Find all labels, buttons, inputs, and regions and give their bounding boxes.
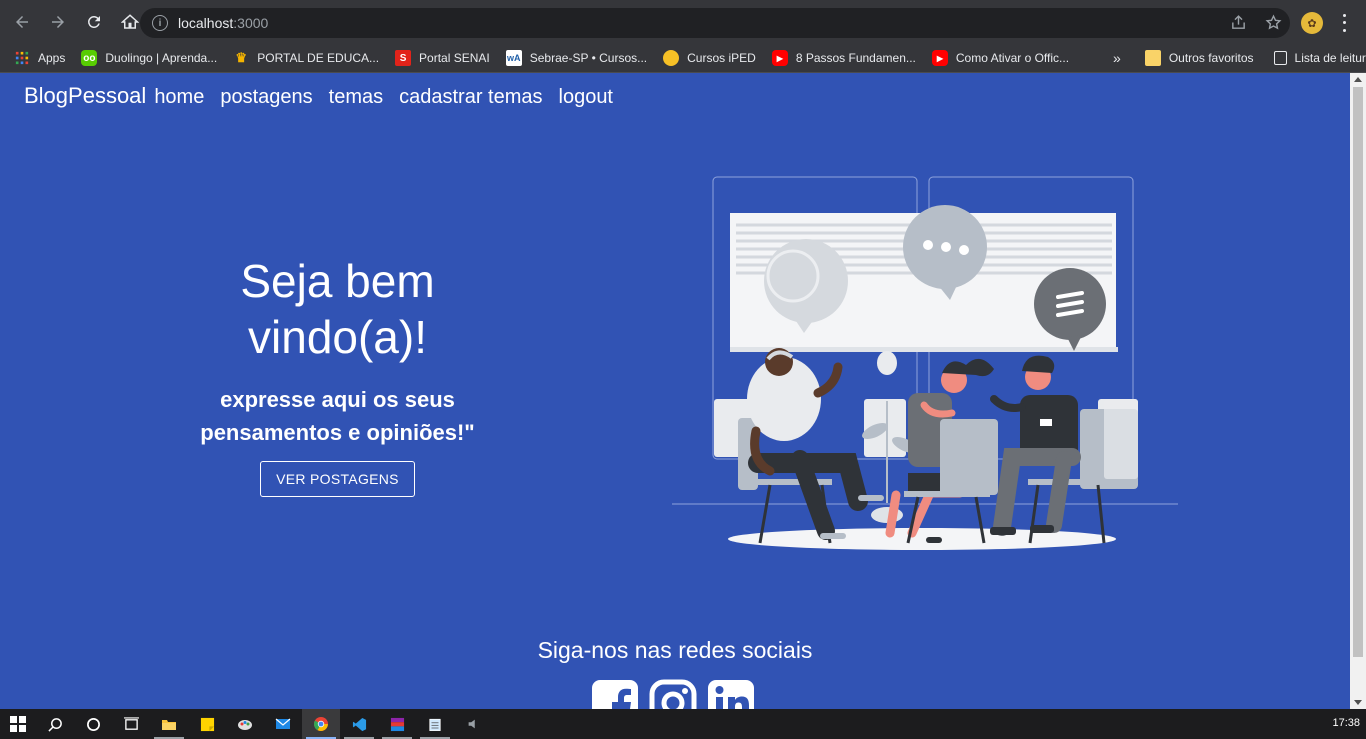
crown-icon: ♛ [235, 50, 248, 65]
bookmark-senai[interactable]: S Portal SENAI [395, 50, 490, 66]
apps-grid-icon [14, 50, 30, 66]
bookmark-label: Lista de leitura [1294, 51, 1366, 65]
forward-icon[interactable] [42, 6, 74, 38]
instagram-icon[interactable] [649, 679, 697, 709]
search-icon[interactable] [36, 709, 74, 739]
page-scrollbar[interactable] [1350, 73, 1366, 709]
bookmark-label: Como Ativar o Offic... [955, 51, 1070, 65]
see-posts-button[interactable]: VER POSTAGENS [260, 461, 415, 497]
winrar-icon[interactable] [378, 709, 416, 739]
sebrae-icon: wA [505, 50, 522, 66]
windows-start-icon[interactable] [0, 709, 36, 739]
bookmark-sebrae[interactable]: wA Sebrae-SP • Cursos... [505, 50, 648, 66]
bookmark-reading-list[interactable]: Lista de leitura [1273, 51, 1366, 65]
windows-taskbar: 17:38 [0, 709, 1366, 739]
scroll-up-icon[interactable] [1354, 77, 1362, 82]
taskbar-clock[interactable]: 17:38 [1332, 717, 1360, 729]
notepad-icon[interactable] [416, 709, 454, 739]
folder-icon [1144, 50, 1161, 66]
facebook-icon[interactable] [591, 679, 639, 709]
nav-link-logout[interactable]: logout [559, 86, 614, 109]
url-text[interactable]: localhost:3000 [178, 15, 268, 31]
iped-icon [663, 50, 680, 66]
profile-avatar-icon[interactable]: ✿ [1301, 12, 1323, 34]
nav-link-home[interactable]: home [154, 86, 204, 109]
bookmark-portal-educa[interactable]: ♛ PORTAL DE EDUCA... [233, 50, 379, 66]
share-icon[interactable] [1230, 14, 1247, 31]
nav-link-cadastrar-temas[interactable]: cadastrar temas [399, 86, 542, 109]
bookmark-label: Cursos iPED [687, 51, 756, 65]
cortana-icon[interactable] [74, 709, 112, 739]
back-icon[interactable] [6, 6, 38, 38]
speaker-app-icon[interactable] [454, 709, 492, 739]
browser-menu-icon[interactable] [1336, 12, 1352, 34]
bookmarks-bar: Apps oo Duolingo | Aprenda... ♛ PORTAL D… [0, 44, 1366, 73]
browser-toolbar: i localhost:3000 ✿ [0, 0, 1366, 44]
file-explorer-icon[interactable] [150, 709, 188, 739]
hero-title: Seja bem vindo(a)! [240, 255, 435, 363]
duolingo-icon: oo [81, 50, 98, 66]
paint-icon[interactable] [226, 709, 264, 739]
vscode-icon[interactable] [340, 709, 378, 739]
chrome-taskbar-icon[interactable] [302, 709, 340, 739]
bookmark-label: 8 Passos Fundamen... [795, 51, 916, 65]
bookmarks-overflow-button[interactable]: » [1113, 50, 1121, 66]
bookmark-iped[interactable]: Cursos iPED [663, 50, 756, 66]
scroll-down-icon[interactable] [1354, 700, 1362, 705]
hero-subtitle: expresse aqui os seus pensamentos e opin… [200, 387, 475, 445]
bookmark-label: Outros favoritos [1168, 51, 1254, 65]
site-navbar: BlogPessoal home postagens temas cadastr… [24, 83, 629, 109]
nav-link-temas[interactable]: temas [329, 86, 383, 109]
bookmark-8-passos[interactable]: ▶ 8 Passos Fundamen... [771, 50, 916, 66]
youtube-icon: ▶ [931, 50, 948, 66]
hero-text: Seja bem vindo(a)! expresse aqui os seus… [170, 253, 505, 497]
social-title: Siga-nos nas redes sociais [537, 637, 813, 663]
bookmark-label: Apps [38, 51, 66, 65]
bookmark-label: Duolingo | Aprenda... [105, 51, 218, 65]
mail-icon[interactable] [264, 709, 302, 739]
task-view-icon[interactable] [112, 709, 150, 739]
youtube-icon: ▶ [771, 50, 788, 66]
bookmark-apps[interactable]: Apps [14, 50, 65, 66]
bookmark-label: Portal SENAI [419, 51, 490, 65]
bookmark-duolingo[interactable]: oo Duolingo | Aprenda... [81, 50, 217, 66]
bookmark-label: Sebrae-SP • Cursos... [529, 51, 648, 65]
bookmark-label: PORTAL DE EDUCA... [257, 51, 380, 65]
bookmark-other-favorites[interactable]: Outros favoritos [1144, 50, 1254, 66]
reading-list-icon [1273, 51, 1287, 65]
bookmark-star-icon[interactable] [1265, 14, 1282, 31]
scroll-thumb[interactable] [1353, 87, 1363, 657]
linkedin-icon[interactable] [707, 679, 755, 709]
hero-illustration [672, 176, 1178, 550]
sticky-notes-icon[interactable] [188, 709, 226, 739]
page-viewport: BlogPessoal home postagens temas cadastr… [0, 73, 1350, 709]
reload-icon[interactable] [78, 6, 110, 38]
senai-icon: S [395, 50, 412, 66]
brand-logo[interactable]: BlogPessoal [24, 83, 146, 109]
overflow-label: » [1113, 50, 1121, 66]
bookmark-ativar-office[interactable]: ▶ Como Ativar o Offic... [931, 50, 1070, 66]
nav-link-postagens[interactable]: postagens [220, 86, 312, 109]
address-bar[interactable]: i localhost:3000 [140, 8, 1290, 38]
social-links [591, 679, 755, 709]
site-info-icon[interactable]: i [152, 15, 168, 31]
